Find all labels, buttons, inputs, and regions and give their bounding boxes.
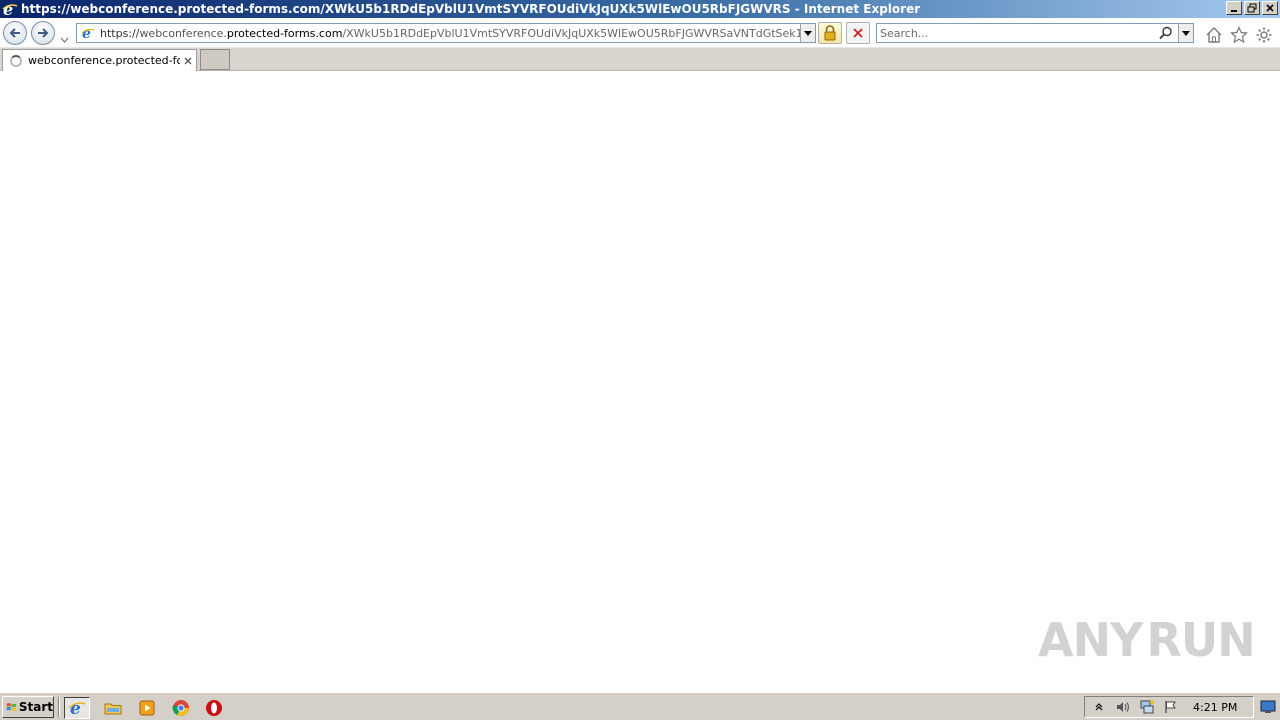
taskbar-ie-button[interactable]: e (64, 697, 90, 719)
start-button[interactable]: Start (2, 696, 54, 718)
page-ie-icon: e (80, 25, 96, 41)
chevron-down-icon (1182, 30, 1190, 36)
show-desktop-button[interactable] (1258, 698, 1278, 716)
stop-button[interactable] (846, 22, 870, 44)
network-icon[interactable] (1137, 698, 1157, 716)
system-tray: 4:21 PM (1084, 696, 1254, 718)
start-label: Start (18, 700, 53, 714)
taskbar-opera-button[interactable] (201, 697, 227, 719)
show-hidden-icon[interactable] (1089, 698, 1109, 716)
stop-x-icon (853, 28, 863, 38)
explorer-folder-icon (104, 703, 122, 715)
watermark-text-right: RUN (1146, 613, 1255, 667)
chrome-icon (172, 700, 189, 716)
window-titlebar[interactable]: e https://webconference.protected-forms.… (0, 0, 1280, 18)
home-button[interactable] (1205, 26, 1223, 44)
lock-icon (824, 25, 836, 41)
svg-text:e: e (82, 26, 91, 40)
page-content[interactable] (0, 71, 1280, 692)
chevron-down-icon (804, 30, 812, 36)
opera-icon (206, 700, 222, 716)
action-center-flag-icon[interactable] (1161, 698, 1181, 716)
address-bar[interactable]: e https://webconference. protected-forms.… (76, 23, 816, 43)
taskbar-clock[interactable]: 4:21 PM (1193, 701, 1237, 714)
taskbar-chrome-button[interactable] (168, 697, 194, 719)
tab-close-button[interactable] (182, 55, 194, 67)
tools-button[interactable] (1255, 26, 1273, 44)
taskbar-explorer-button[interactable] (100, 697, 126, 719)
chevron-down-icon (60, 37, 69, 43)
windows-logo-icon (6, 703, 17, 711)
window-controls (1226, 1, 1278, 15)
minimize-button[interactable] (1226, 1, 1242, 15)
media-player-icon (139, 700, 155, 716)
back-button[interactable] (3, 21, 27, 45)
watermark-text-left: ANY (1038, 613, 1143, 667)
close-window-button[interactable] (1262, 1, 1278, 15)
search-input[interactable] (880, 25, 1150, 41)
search-box[interactable] (876, 23, 1194, 43)
svg-text:e: e (3, 1, 13, 17)
restore-button[interactable] (1244, 1, 1260, 15)
address-scheme: https:// (100, 26, 140, 40)
forward-arrow-icon (38, 28, 49, 38)
anyrun-watermark: ANY RUN (1038, 608, 1256, 672)
address-host-domain: protected-forms.com (226, 26, 343, 40)
tab-title: webconference.protected-fo... (28, 54, 180, 67)
favorites-button[interactable] (1230, 26, 1248, 44)
new-tab-button[interactable] (200, 49, 230, 70)
gear-icon (1256, 27, 1272, 43)
close-icon (184, 57, 192, 64)
address-host-prefix: webconference. (139, 26, 227, 40)
recent-pages-dropdown[interactable] (60, 28, 69, 47)
address-dropdown-button[interactable] (800, 24, 815, 42)
taskbar-separator (58, 697, 60, 717)
address-path: /XWkU5b1RDdEpVblU1VmtSYVRFOUdiVkJqUXk5Wl… (342, 26, 815, 40)
monitor-icon (1260, 700, 1276, 713)
forward-button[interactable] (31, 21, 55, 45)
taskbar-media-player-button[interactable] (134, 697, 160, 719)
search-dropdown-button[interactable] (1178, 24, 1193, 42)
star-icon (1230, 26, 1248, 44)
loading-spinner-icon (10, 54, 22, 67)
volume-icon[interactable] (1113, 698, 1133, 716)
home-icon (1206, 27, 1222, 43)
tab-active[interactable]: webconference.protected-fo... (2, 49, 197, 71)
tab-bar: webconference.protected-fo... (0, 48, 1280, 71)
search-icon[interactable] (1159, 26, 1173, 40)
navigation-bar: e https://webconference. protected-forms.… (0, 18, 1280, 48)
window-title: https://webconference.protected-forms.co… (21, 2, 921, 16)
taskbar: Start e 4:21 PM (0, 692, 1280, 720)
ie-icon: e (68, 699, 86, 717)
security-report-button[interactable] (818, 22, 842, 44)
back-arrow-icon (9, 28, 20, 38)
ie-icon: e (2, 1, 18, 17)
svg-text:e: e (70, 699, 81, 717)
